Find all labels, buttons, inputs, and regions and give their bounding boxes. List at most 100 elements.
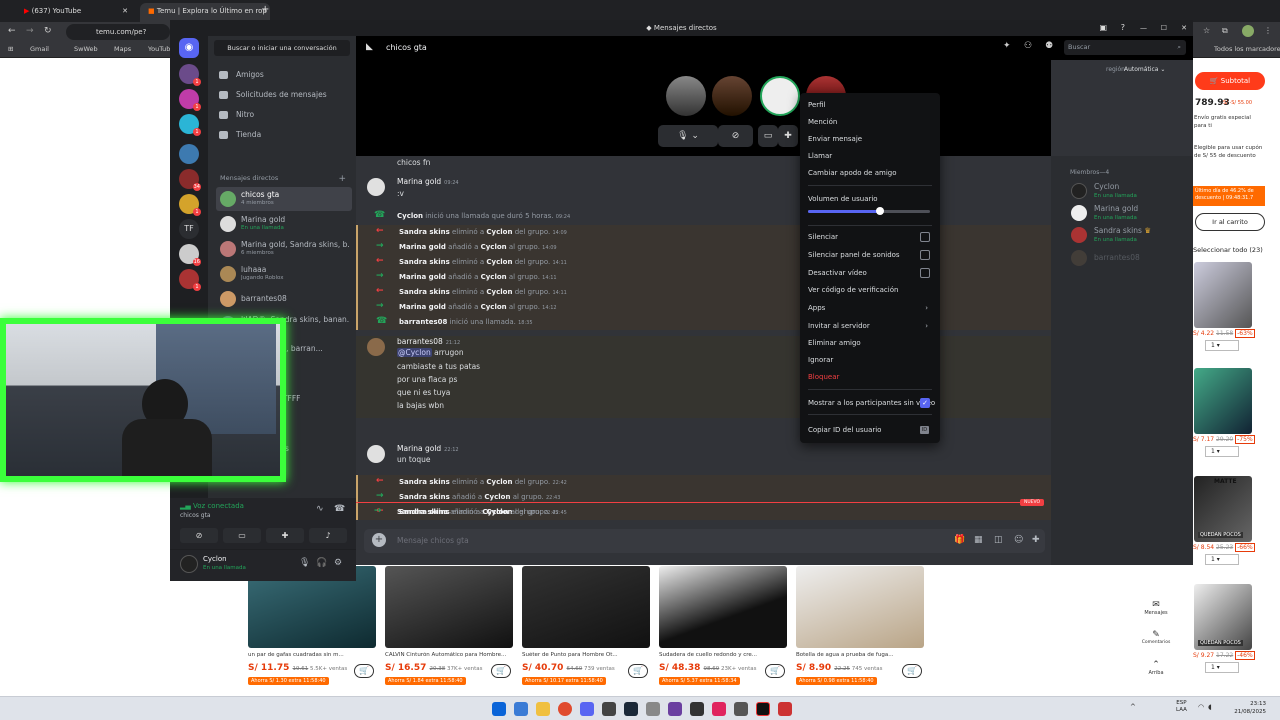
help-icon[interactable]: ? bbox=[1121, 20, 1125, 36]
checkbox[interactable] bbox=[920, 268, 930, 278]
server-icon[interactable] bbox=[179, 144, 199, 164]
product-image[interactable]: MATTE QUEDAN POCOS bbox=[1194, 476, 1252, 542]
app-icon[interactable] bbox=[646, 702, 660, 716]
voice-channel[interactable]: chicos gta bbox=[180, 512, 211, 519]
camera-button[interactable]: ⊘ bbox=[180, 528, 218, 543]
dm-item[interactable]: barrantes08 bbox=[216, 287, 352, 311]
menu-copy-user-id[interactable]: Copiar ID del usuario ID bbox=[806, 422, 934, 438]
headphones-icon[interactable]: 🎧 bbox=[316, 558, 327, 568]
add-to-cart-icon[interactable]: 🛒 bbox=[354, 664, 374, 678]
subtotal-button[interactable]: 🛒 Subtotal bbox=[1195, 72, 1265, 90]
close-icon[interactable]: ✕ bbox=[122, 7, 128, 15]
member-item[interactable]: Cyclon En una llamada bbox=[1071, 181, 1191, 203]
app-icon[interactable] bbox=[602, 702, 616, 716]
bookmark-swweb[interactable]: SwWeb bbox=[74, 45, 98, 53]
clock[interactable]: 23:13 21/08/2025 bbox=[1226, 700, 1266, 716]
app-icon[interactable] bbox=[690, 702, 704, 716]
add-friends-icon[interactable]: ⚇ bbox=[1024, 41, 1032, 51]
product-card[interactable]: un par de gafas cuadradas sin m... S/ 11… bbox=[248, 566, 376, 691]
side-comments[interactable]: ✎ Comentarios bbox=[1140, 630, 1172, 645]
menu-profile[interactable]: Perfil bbox=[806, 97, 934, 113]
server-icon[interactable]: 1 bbox=[179, 89, 201, 111]
gif-icon[interactable]: ▦ bbox=[974, 535, 983, 545]
qty-select[interactable]: 1 ▾ bbox=[1205, 662, 1239, 673]
qty-select[interactable]: 1 ▾ bbox=[1205, 554, 1239, 565]
folder-icon[interactable] bbox=[536, 702, 550, 716]
menu-apps[interactable]: Apps › bbox=[806, 300, 934, 316]
qty-select[interactable]: 1 ▾ bbox=[1205, 340, 1239, 351]
dm-item[interactable]: Marina gold En una llamada bbox=[216, 212, 352, 236]
volume-handle[interactable] bbox=[875, 207, 884, 215]
disconnect-icon[interactable]: ☎ bbox=[334, 504, 345, 514]
profile-avatar[interactable] bbox=[1242, 25, 1254, 37]
call-activity[interactable]: ✚ bbox=[778, 125, 798, 147]
music-icon[interactable] bbox=[712, 702, 726, 716]
product-card[interactable]: CALVIN Cinturón Automático para Hombre..… bbox=[385, 566, 513, 691]
menu-call[interactable]: Llamar bbox=[806, 148, 934, 164]
close-window-icon[interactable]: ✕ bbox=[1181, 20, 1187, 36]
select-all[interactable]: Seleccionar todo (23) bbox=[1193, 246, 1263, 254]
microphone-icon[interactable]: 🎙 bbox=[299, 558, 310, 568]
nav-shop[interactable]: Tienda bbox=[216, 126, 350, 144]
add-to-cart-icon[interactable]: 🛒 bbox=[765, 664, 785, 678]
apps-icon[interactable]: ⊞ bbox=[8, 45, 13, 53]
extensions-icon[interactable]: ⧉ bbox=[1222, 26, 1228, 36]
menu-icon[interactable]: ⋮ bbox=[1264, 26, 1272, 35]
menu-send-message[interactable]: Enviar mensaje bbox=[806, 131, 934, 147]
find-conversation-button[interactable]: Buscar o iniciar una conversación bbox=[214, 40, 350, 56]
menu-verification-code[interactable]: Ver código de verificación bbox=[806, 282, 934, 298]
product-image[interactable] bbox=[1194, 262, 1252, 328]
checkbox[interactable] bbox=[920, 232, 930, 242]
bookmark-maps[interactable]: Maps bbox=[114, 45, 131, 53]
chrome-icon[interactable] bbox=[558, 702, 572, 716]
server-icon[interactable]: 16 bbox=[179, 244, 201, 266]
discord-icon[interactable] bbox=[580, 702, 594, 716]
product-card[interactable]: Botella de agua a prueba de fuga... S/ 8… bbox=[796, 566, 924, 691]
forward-icon[interactable]: → bbox=[26, 26, 34, 36]
menu-mention[interactable]: Mención bbox=[806, 114, 934, 130]
region-select[interactable]: Automática ⌄ bbox=[1124, 66, 1165, 73]
language-indicator[interactable]: ESP LAA bbox=[1176, 700, 1187, 714]
add-to-cart-icon[interactable]: 🛒 bbox=[491, 664, 511, 678]
discord-home-icon[interactable]: ◉ bbox=[179, 38, 199, 58]
menu-block[interactable]: Bloquear bbox=[806, 369, 934, 385]
emoji-icon[interactable]: ☺ bbox=[1014, 535, 1023, 545]
volume-slider[interactable] bbox=[808, 207, 930, 215]
message-composer[interactable]: + Mensaje chicos gta 🎁 ▦ ◫ ☺ ✚ bbox=[364, 529, 1045, 553]
menu-change-nickname[interactable]: Cambiar apodo de amigo bbox=[806, 165, 934, 181]
call-mic-control[interactable]: 🎙 ⌄ bbox=[658, 125, 718, 147]
add-to-cart-icon[interactable]: 🛒 bbox=[902, 664, 922, 678]
reload-icon[interactable]: ↻ bbox=[44, 26, 52, 36]
search-icon[interactable] bbox=[514, 702, 528, 716]
dm-item[interactable]: Marina gold, Sandra skins, b... 6 miembro… bbox=[216, 237, 352, 261]
menu-disable-video[interactable]: Desactivar vídeo bbox=[806, 265, 934, 281]
avatar[interactable] bbox=[180, 555, 198, 573]
chevron-up-icon[interactable]: ^ bbox=[1130, 703, 1136, 711]
go-to-cart-button[interactable]: Ir al carrito bbox=[1195, 213, 1265, 231]
menu-remove-friend[interactable]: Eliminar amigo bbox=[806, 335, 934, 351]
checkbox-checked[interactable]: ✓ bbox=[920, 398, 930, 408]
server-icon[interactable]: 1 bbox=[179, 64, 201, 86]
server-icon[interactable]: TF bbox=[179, 219, 199, 239]
app-icon[interactable] bbox=[668, 702, 682, 716]
menu-mute-soundboard[interactable]: Silenciar panel de sonidos bbox=[806, 247, 934, 263]
avatar[interactable] bbox=[367, 178, 385, 196]
call-participant[interactable] bbox=[712, 76, 752, 116]
app-icon[interactable] bbox=[778, 702, 792, 716]
message-input[interactable]: Mensaje chicos gta bbox=[397, 536, 469, 545]
url-field[interactable]: temu.com/pe?_x_vst_sc bbox=[66, 24, 170, 52]
member-item[interactable]: Sandra skins ♛ En una llamada bbox=[1071, 225, 1191, 247]
sticker-icon[interactable]: ◫ bbox=[994, 535, 1003, 545]
product-card[interactable]: Suéter de Punto para Hombre Ot... S/ 40.… bbox=[522, 566, 650, 691]
call-participant[interactable] bbox=[760, 76, 800, 116]
bookmark-gmail[interactable]: Gmail bbox=[30, 45, 49, 53]
side-messages[interactable]: ✉ Mensajes bbox=[1142, 600, 1170, 616]
apps-icon[interactable]: ✚ bbox=[1032, 535, 1040, 545]
product-card[interactable]: Sudadera de cuello redondo y cre... S/ 4… bbox=[659, 566, 787, 691]
product-image[interactable]: QUEDAN POCOS bbox=[1194, 584, 1252, 650]
gear-icon[interactable]: ⚙ bbox=[334, 558, 342, 568]
activity-button[interactable]: ✚ bbox=[266, 528, 304, 543]
soundboard-button[interactable]: ♪ bbox=[309, 528, 347, 543]
start-icon[interactable] bbox=[492, 702, 506, 716]
gear-icon[interactable] bbox=[734, 702, 748, 716]
